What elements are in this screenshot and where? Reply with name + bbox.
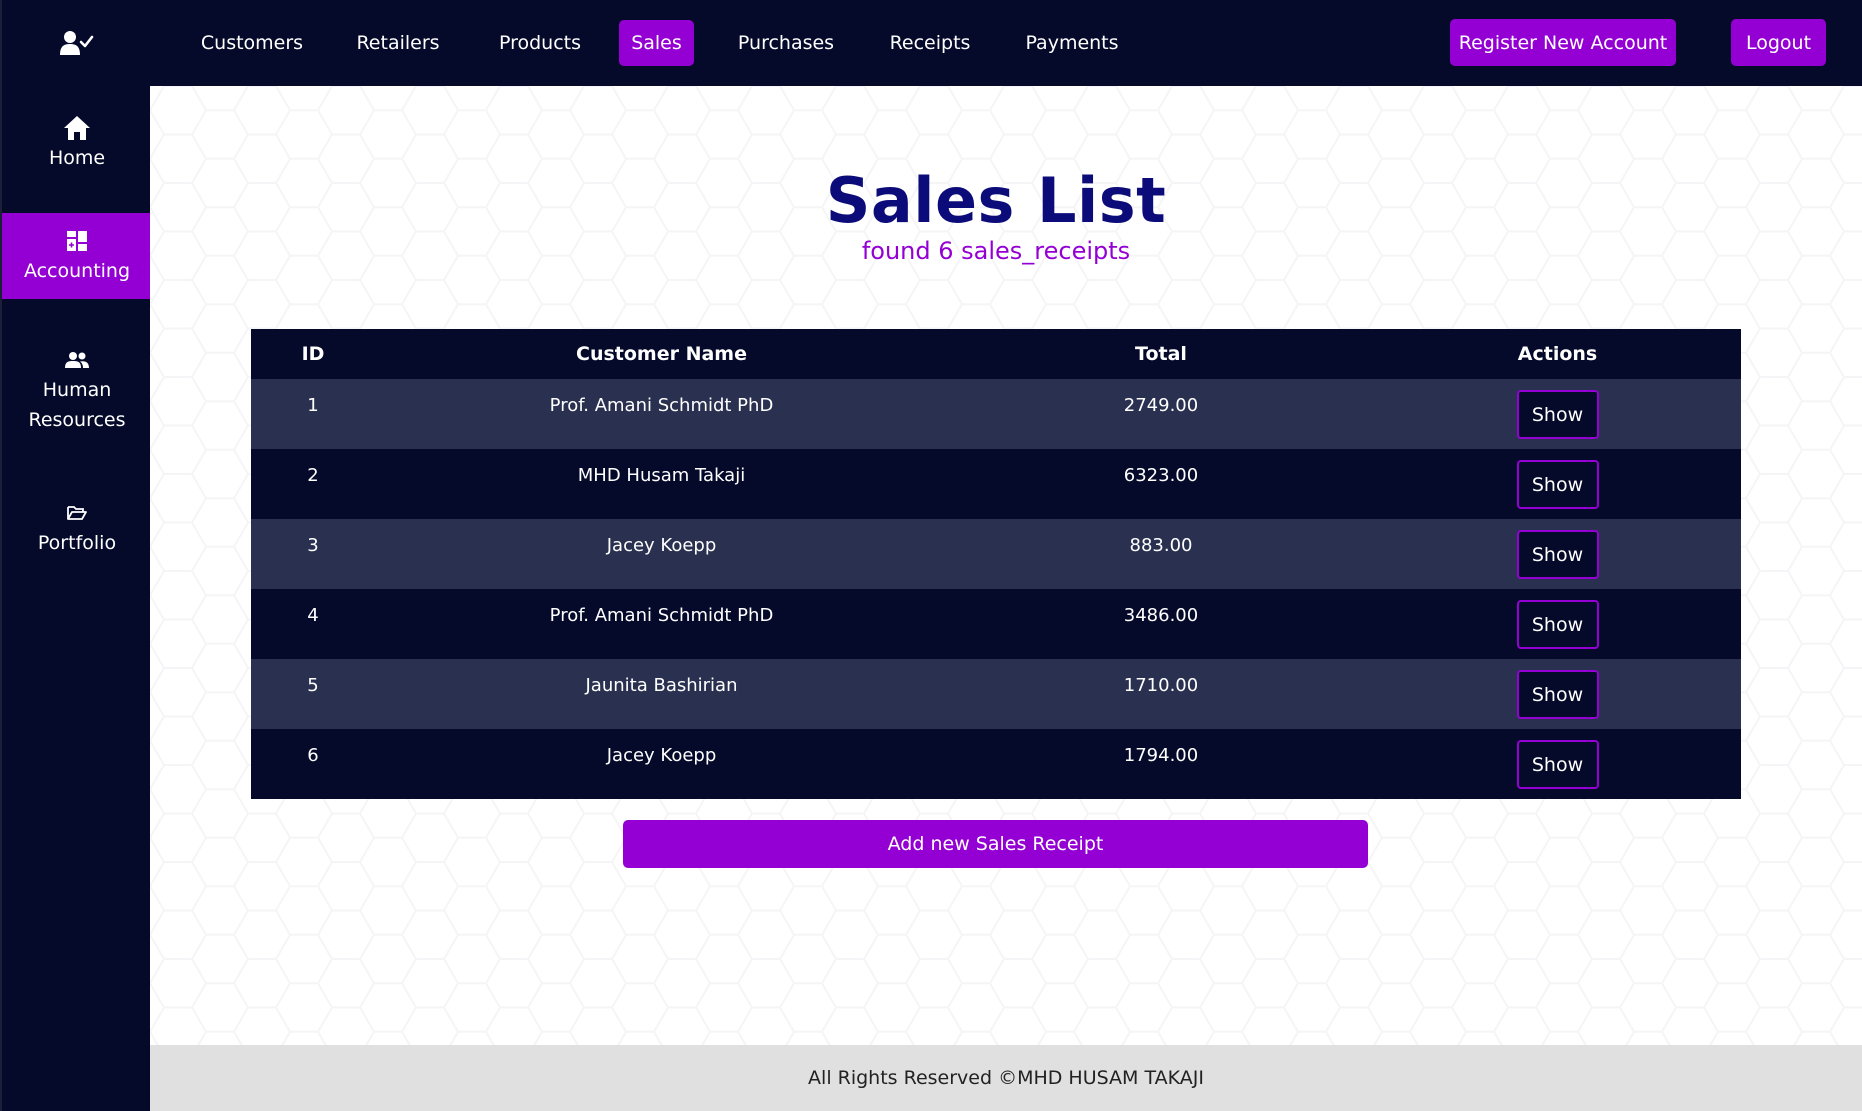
cell-actions: Show <box>1374 519 1741 589</box>
cell-customer-name: Prof. Amani Schmidt PhD <box>375 589 948 659</box>
sidebar-item-accounting[interactable]: Accounting <box>2 213 152 299</box>
footer: All Rights Reserved ©MHD HUSAM TAKAJI <box>150 1045 1862 1111</box>
sidebar-item-human-resources[interactable]: Human Resources <box>2 340 152 440</box>
table-row: 5 Jaunita Bashirian 1710.00 Show <box>251 659 1741 729</box>
cell-customer-name: MHD Husam Takaji <box>375 449 948 519</box>
main-content: Sales List found 6 sales_receipts ID Cus… <box>150 86 1862 1045</box>
cell-id: 1 <box>251 379 375 449</box>
footer-text: All Rights Reserved ©MHD HUSAM TAKAJI <box>808 1067 1204 1089</box>
cell-actions: Show <box>1374 379 1741 449</box>
dashboard-icon <box>66 226 88 256</box>
show-button[interactable]: Show <box>1516 600 1599 649</box>
cell-total: 2749.00 <box>948 379 1374 449</box>
cell-actions: Show <box>1374 659 1741 729</box>
folder-open-icon <box>67 498 87 528</box>
users-icon <box>65 345 89 375</box>
add-new-sales-receipt-button[interactable]: Add new Sales Receipt <box>623 820 1368 868</box>
sidebar-item-label: Home <box>48 147 106 169</box>
cell-actions: Show <box>1374 449 1741 519</box>
sidebar-item-label: Human Resources <box>28 379 126 431</box>
column-header-customer-name: Customer Name <box>576 343 747 365</box>
sidebar-item-portfolio[interactable]: Portfolio <box>2 488 152 568</box>
cell-actions: Show <box>1374 729 1741 799</box>
cell-total: 883.00 <box>948 519 1374 589</box>
cell-id: 2 <box>251 449 375 519</box>
table-row: 3 Jacey Koepp 883.00 Show <box>251 519 1741 589</box>
nav-link-customers[interactable]: Customers <box>197 20 307 66</box>
page-title: Sales List <box>825 164 1167 237</box>
register-new-account-button[interactable]: Register New Account <box>1450 19 1676 66</box>
cell-actions: Show <box>1374 589 1741 659</box>
cell-total: 6323.00 <box>948 449 1374 519</box>
cell-customer-name: Jacey Koepp <box>375 519 948 589</box>
column-header-id: ID <box>301 343 325 365</box>
sidebar-item-label: Portfolio <box>37 532 117 554</box>
top-navbar: Customers Retailers Products Sales Purch… <box>150 0 1862 86</box>
table-header-row: ID Customer Name Total Actions <box>251 329 1741 379</box>
logout-button[interactable]: Logout <box>1731 19 1826 66</box>
table-row: 4 Prof. Amani Schmidt PhD 3486.00 Show <box>251 589 1741 659</box>
show-button[interactable]: Show <box>1516 460 1599 509</box>
nav-link-purchases[interactable]: Purchases <box>731 20 841 66</box>
page-subtitle: found 6 sales_receipts <box>861 237 1131 265</box>
table-row: 2 MHD Husam Takaji 6323.00 Show <box>251 449 1741 519</box>
cell-id: 4 <box>251 589 375 659</box>
sidebar-item-home[interactable]: Home <box>2 98 152 188</box>
column-header-actions: Actions <box>1517 343 1598 365</box>
nav-link-retailers[interactable]: Retailers <box>348 20 448 66</box>
user-check-icon[interactable] <box>2 18 152 68</box>
nav-link-receipts[interactable]: Receipts <box>883 20 977 66</box>
sidebar-item-label: Accounting <box>23 260 131 282</box>
show-button[interactable]: Show <box>1516 530 1599 579</box>
cell-total: 1710.00 <box>948 659 1374 729</box>
table-row: 6 Jacey Koepp 1794.00 Show <box>251 729 1741 799</box>
cell-id: 6 <box>251 729 375 799</box>
cell-id: 5 <box>251 659 375 729</box>
nav-link-sales[interactable]: Sales <box>619 20 694 66</box>
cell-id: 3 <box>251 519 375 589</box>
cell-total: 1794.00 <box>948 729 1374 799</box>
cell-customer-name: Jaunita Bashirian <box>375 659 948 729</box>
cell-customer-name: Jacey Koepp <box>375 729 948 799</box>
nav-link-payments[interactable]: Payments <box>1017 20 1127 66</box>
cell-customer-name: Prof. Amani Schmidt PhD <box>375 379 948 449</box>
sidebar: Home Accounting Human Resources Portfoli… <box>0 0 152 1111</box>
show-button[interactable]: Show <box>1516 390 1599 439</box>
home-icon <box>63 113 91 143</box>
table-row: 1 Prof. Amani Schmidt PhD 2749.00 Show <box>251 379 1741 449</box>
column-header-total: Total <box>1135 343 1187 365</box>
nav-link-products[interactable]: Products <box>488 20 592 66</box>
show-button[interactable]: Show <box>1516 740 1599 789</box>
show-button[interactable]: Show <box>1516 670 1599 719</box>
sales-table: ID Customer Name Total Actions 1 Prof. A… <box>251 329 1741 799</box>
cell-total: 3486.00 <box>948 589 1374 659</box>
